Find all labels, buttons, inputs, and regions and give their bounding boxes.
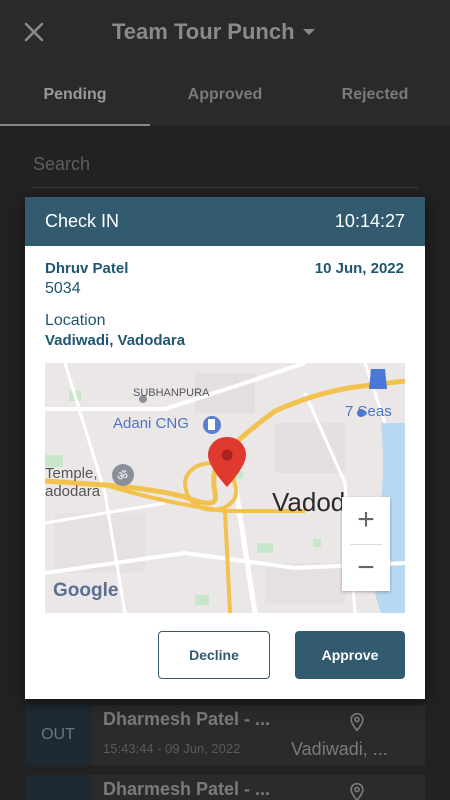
map-label: SUBHANPURA xyxy=(133,387,210,399)
caret-down-icon xyxy=(302,29,315,35)
list-item-name: Dharmesh Patel - ... xyxy=(103,709,271,729)
location-label: Location xyxy=(45,312,106,329)
tab-approved[interactable]: Approved xyxy=(150,64,300,126)
app-bar: Team Tour Punch xyxy=(0,0,450,64)
close-icon xyxy=(24,22,44,42)
location-value: Vadiwadi, Vadodara xyxy=(45,332,186,349)
location-pin-icon xyxy=(350,712,364,732)
search-input[interactable] xyxy=(33,142,418,186)
title-dropdown[interactable]: Team Tour Punch xyxy=(112,16,315,48)
tab-bar: Pending Approved Rejected xyxy=(0,64,450,126)
list-item-location: Vadiwadi, ... xyxy=(291,739,388,759)
zoom-controls: + − xyxy=(342,497,390,591)
map-label: Adani CNG xyxy=(113,415,189,432)
close-button[interactable] xyxy=(18,16,50,48)
list-item-name: Dharmesh Patel - ... xyxy=(103,779,271,799)
list-item-datetime: 15:43:44 - 09 Jun, 2022 xyxy=(103,741,241,756)
tab-rejected[interactable]: Rejected xyxy=(300,64,450,126)
dialog-header: Check IN 10:14:27 xyxy=(25,197,425,246)
list-item[interactable]: OUT Dharmesh Patel - ... 15:43:44 - 09 J… xyxy=(25,705,425,765)
tab-pending[interactable]: Pending xyxy=(0,64,150,126)
punch-type-label: Check IN xyxy=(45,211,120,231)
map-label: 7 Seas xyxy=(345,403,392,420)
punch-type-badge: OUT xyxy=(25,705,91,765)
google-logo: Google xyxy=(53,580,119,601)
svg-text:ॐ: ॐ xyxy=(117,469,128,483)
page-title: Team Tour Punch xyxy=(112,19,295,44)
search-box xyxy=(33,142,418,188)
location-map[interactable]: ॐ SUBHANPURA Adani CNG 7 Seas Temple, ad… xyxy=(45,363,405,613)
zoom-in-button[interactable]: + xyxy=(342,497,390,543)
decline-button[interactable]: Decline xyxy=(158,631,270,679)
map-label: adodara xyxy=(45,483,101,500)
employee-name: Dhruv Patel xyxy=(45,260,129,277)
zoom-out-button[interactable]: − xyxy=(342,545,390,591)
list-item[interactable]: Dharmesh Patel - ... xyxy=(25,775,425,800)
punch-time: 10:14:27 xyxy=(334,211,405,231)
punch-type-badge xyxy=(25,775,91,800)
map-label: Temple, xyxy=(45,465,98,482)
employee-id: 5034 xyxy=(45,280,81,297)
punch-detail-dialog: Check IN 10:14:27 Dhruv Patel 10 Jun, 20… xyxy=(25,197,425,699)
approve-button[interactable]: Approve xyxy=(295,631,405,679)
location-pin-icon xyxy=(350,782,364,800)
punch-date: 10 Jun, 2022 xyxy=(314,260,404,277)
